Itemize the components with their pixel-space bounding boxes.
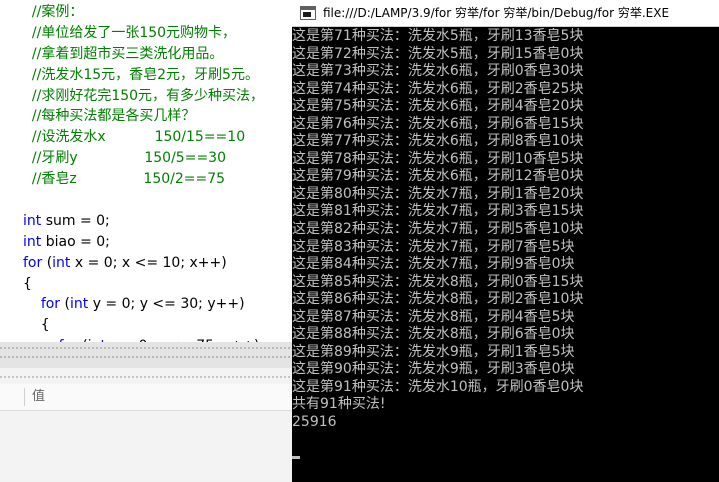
column-separator (24, 388, 25, 406)
console-output-lines: 这是第71种买法：洗发水5瓶，牙刷13香皂5块 这是第72种买法：洗发水5瓶，牙刷… (292, 28, 719, 432)
horizontal-splitter[interactable] (0, 342, 292, 368)
properties-row: 值 (0, 384, 292, 411)
code-line: for (int x = 0; x <= 10; x++) (23, 253, 264, 274)
code-text: x = 0; x <= 10; x++) (70, 254, 227, 271)
panel-grip[interactable] (0, 376, 292, 378)
console-line: 共有91种买法! (292, 396, 386, 413)
code-lines: //案例： //单位给发了一张150元购物卡， //拿着到超市买三类洗化用品。 … (23, 2, 264, 342)
code-line: //设洗发水x 150/15==10 (23, 129, 246, 146)
value-column-header: 值 (32, 389, 46, 404)
console-line: 这是第73种买法：洗发水6瓶，牙刷0香皂30块 (292, 63, 584, 80)
console-line: 这是第75种买法：洗发水6瓶，牙刷4香皂20块 (292, 98, 584, 115)
console-window-icon (300, 6, 316, 20)
code-line: //单位给发了一张150元购物卡， (23, 24, 237, 41)
code-text: ( (42, 254, 53, 271)
code-line: //求刚好花完150元，有多少种买法， (23, 87, 265, 104)
console-titlebar[interactable]: file:///D:/LAMP/3.9/for 穷举/for 穷举/bin/De… (292, 0, 719, 27)
code-line: //香皂z 150/2==75 (23, 171, 226, 188)
console-line: 这是第74种买法：洗发水6瓶，牙刷2香皂25块 (292, 80, 584, 97)
code-line: for (int y = 0; y <= 30; y++) (23, 294, 264, 315)
console-line: 这是第91种买法：洗发水10瓶，牙刷0香皂0块 (292, 378, 584, 395)
code-keyword: for (40, 296, 61, 313)
code-keyword: for (23, 254, 43, 271)
console-line: 这是第83种买法：洗发水7瓶，牙刷7香皂5块 (292, 238, 575, 255)
code-line: //每种买法都是各买几样？ (23, 108, 196, 125)
lower-panel: 值 (0, 368, 292, 482)
console-line: 这是第78种买法：洗发水6瓶，牙刷10香皂5块 (292, 150, 584, 167)
code-line: int sum = 0; (23, 211, 264, 232)
code-keyword: int (23, 233, 42, 250)
console-line: 这是第80种买法：洗发水7瓶，牙刷1香皂20块 (292, 185, 584, 202)
code-keyword: int (69, 296, 89, 313)
code-editor[interactable]: //案例： //单位给发了一张150元购物卡， //拿着到超市买三类洗化用品。 … (0, 0, 292, 342)
code-line: { (23, 317, 50, 334)
code-text: y = 0; y <= 30; y++) (88, 296, 245, 313)
console-line: 这是第77种买法：洗发水6瓶，牙刷8香皂10块 (292, 133, 584, 150)
console-line: 这是第84种买法：洗发水7瓶，牙刷9香皂0块 (292, 256, 575, 273)
console-output: 这是第71种买法：洗发水5瓶，牙刷13香皂5块 这是第72种买法：洗发水5瓶，牙刷… (292, 28, 719, 482)
code-line: int biao = 0; (23, 232, 264, 253)
code-text: ( (60, 296, 70, 313)
console-line: 这是第81种买法：洗发水7瓶，牙刷3香皂15块 (292, 203, 584, 220)
editor-gutter (0, 0, 12, 342)
code-keyword: int (23, 212, 42, 229)
code-keyword: int (52, 254, 71, 271)
code-text: sum = 0; (41, 212, 110, 229)
console-line: 这是第82种买法：洗发水7瓶，牙刷5香皂10块 (292, 221, 584, 238)
console-line: 这是第79种买法：洗发水6瓶，牙刷12香皂0块 (292, 168, 584, 185)
console-window[interactable]: file:///D:/LAMP/3.9/for 穷举/for 穷举/bin/De… (292, 0, 719, 482)
console-line: 这是第90种买法：洗发水9瓶，牙刷3香皂0块 (292, 361, 575, 378)
console-line: 这是第72种买法：洗发水5瓶，牙刷15香皂0块 (292, 45, 584, 62)
console-line: 这是第87种买法：洗发水8瓶，牙刷4香皂5块 (292, 308, 575, 325)
code-line: //洗发水15元，香皂2元，牙刷5元。 (23, 66, 259, 83)
code-text: biao = 0; (41, 233, 110, 250)
console-line: 这是第88种买法：洗发水8瓶，牙刷6香皂0块 (292, 326, 575, 343)
code-line: //牙刷y 150/5==30 (23, 150, 226, 167)
code-line: //拿着到超市买三类洗化用品。 (23, 45, 224, 62)
console-line: 这是第71种买法：洗发水5瓶，牙刷13香皂5块 (292, 28, 584, 44)
console-line: 这是第89种买法：洗发水9瓶，牙刷1香皂5块 (292, 343, 575, 360)
console-line: 这是第76种买法：洗发水6瓶，牙刷6香皂15块 (292, 115, 584, 132)
code-line: //案例： (23, 4, 84, 20)
console-line: 25916 (292, 414, 337, 431)
console-title: file:///D:/LAMP/3.9/for 穷举/for 穷举/bin/De… (323, 6, 670, 20)
code-line: { (23, 275, 32, 292)
console-line: 这是第85种买法：洗发水8瓶，牙刷0香皂15块 (292, 273, 584, 290)
console-cursor (292, 456, 300, 459)
console-line: 这是第86种买法：洗发水8瓶，牙刷2香皂10块 (292, 291, 584, 308)
